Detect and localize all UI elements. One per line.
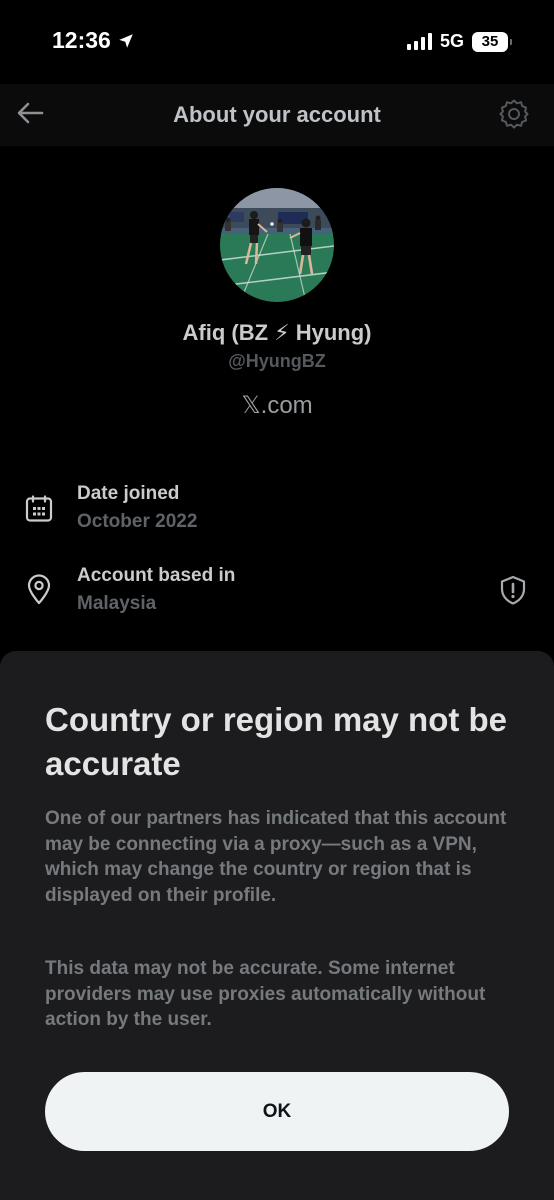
network-type: 5G: [439, 31, 464, 51]
profile-avatar[interactable]: [220, 188, 334, 302]
ok-button[interactable]: OK: [45, 1072, 509, 1151]
date-joined-value: October 2022: [77, 511, 198, 532]
screen: 12:36 5G 35 About your account Afiq (BZ …: [0, 0, 554, 1200]
location-pin-icon: [27, 574, 51, 605]
header-bar: About your account: [0, 84, 554, 146]
status-bar: 12:36 5G 35: [0, 0, 554, 84]
status-indicators: 5G 35: [406, 31, 512, 52]
account-based-in-row: Account based in Malaysia: [0, 562, 554, 622]
site-suffix: .com: [260, 392, 313, 419]
account-based-in-value: Malaysia: [77, 593, 157, 614]
x-logo-icon: 𝕏: [241, 391, 261, 419]
site-link: 𝕏.com: [0, 391, 554, 420]
account-based-in-label: Account based in: [77, 565, 236, 586]
sheet-paragraph-2: This data may not be accurate. Some inte…: [45, 958, 486, 1031]
calendar-icon: [25, 495, 53, 522]
status-time: 12:36: [52, 27, 135, 54]
sheet-paragraph-1: One of our partners has indicated that t…: [45, 808, 507, 907]
battery-level: 35: [481, 33, 499, 50]
sheet-title: Country or region may not be accurate: [45, 701, 508, 782]
date-joined-row: Date joined October 2022: [0, 480, 554, 540]
avatar-photo: [220, 188, 334, 302]
clock-text: 12:36: [52, 27, 111, 53]
location-arrow-icon: [119, 33, 133, 48]
page-title: About your account: [173, 102, 381, 127]
signal-icon: [406, 33, 432, 50]
date-joined-label: Date joined: [77, 483, 180, 504]
display-name: Afiq (BZ ⚡ Hyung): [182, 320, 372, 345]
bottom-sheet: Country or region may not be accurate On…: [0, 651, 554, 1200]
shield-alert-icon[interactable]: [498, 574, 528, 606]
battery-icon: 35: [472, 31, 512, 52]
username: @HyungBZ: [228, 351, 326, 371]
gear-icon[interactable]: [498, 98, 530, 130]
